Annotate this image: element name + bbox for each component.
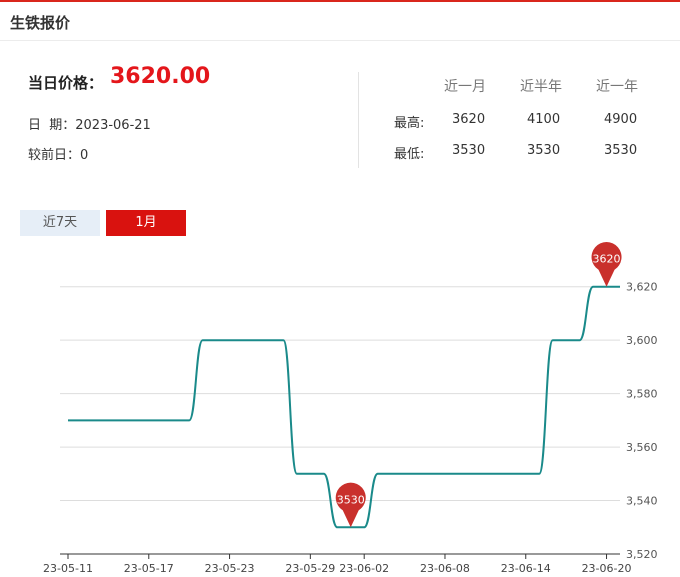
y-tick-label: 3,520 <box>626 548 658 561</box>
stats-col-year: 近一年 <box>596 79 638 95</box>
x-tick-label: 23-06-20 <box>582 562 632 575</box>
tab-1-month[interactable]: 1月 <box>106 210 186 236</box>
change-label: 较前日： <box>28 148 81 163</box>
stats-low-year: 3530 <box>604 143 638 158</box>
x-tick-label: 23-06-08 <box>420 562 470 575</box>
change-value: 0 <box>80 148 89 163</box>
price-line-chart: 3,520 3,540 3,560 3,580 3,600 3,620 23-05-11 23… <box>43 242 658 575</box>
x-tick-label: 23-05-29 <box>285 562 335 575</box>
marker-label: 3620 <box>593 253 621 266</box>
date-value: 2023-06-21 <box>75 118 151 133</box>
date-label: 日 期： <box>28 118 76 133</box>
stats-row-high-label: 最高: <box>394 116 425 131</box>
stats-row-low-label: 最低: <box>394 147 425 162</box>
y-tick-label: 3,540 <box>626 495 658 508</box>
stats-col-month: 近一月 <box>444 79 486 95</box>
page-title: 生铁报价 <box>10 14 71 32</box>
stats-high-year: 4900 <box>604 112 638 127</box>
y-tick-label: 3,560 <box>626 441 658 454</box>
change-row: 较前日：0 <box>28 144 88 163</box>
x-tick-label: 23-05-11 <box>43 562 93 575</box>
marker-label: 3530 <box>337 493 365 506</box>
tab-7-days[interactable]: 近7天 <box>20 210 100 236</box>
y-tick-label: 3,620 <box>626 281 658 294</box>
page-header: 生铁报价 <box>0 2 680 41</box>
x-tick-label: 23-06-14 <box>501 562 551 575</box>
value-marker-pin: 3620 <box>591 242 622 287</box>
y-tick-label: 3,580 <box>626 388 658 401</box>
x-tick-label: 23-05-17 <box>124 562 174 575</box>
stats-low-month: 3530 <box>452 143 486 158</box>
y-tick-label: 3,600 <box>626 334 658 347</box>
price-label: 当日价格： <box>28 74 104 92</box>
stats-col-halfyear: 近半年 <box>520 79 562 95</box>
x-tick-label: 23-06-02 <box>339 562 389 575</box>
date-row: 日 期：2023-06-21 <box>28 114 151 133</box>
x-tick-label: 23-05-23 <box>205 562 255 575</box>
stats-high-halfyear: 4100 <box>527 112 561 127</box>
current-price: 3620.00 <box>110 64 211 89</box>
stats-low-halfyear: 3530 <box>527 143 561 158</box>
value-marker-pin: 3530 <box>335 482 366 528</box>
stats-high-month: 3620 <box>452 112 486 127</box>
divider <box>358 72 359 168</box>
